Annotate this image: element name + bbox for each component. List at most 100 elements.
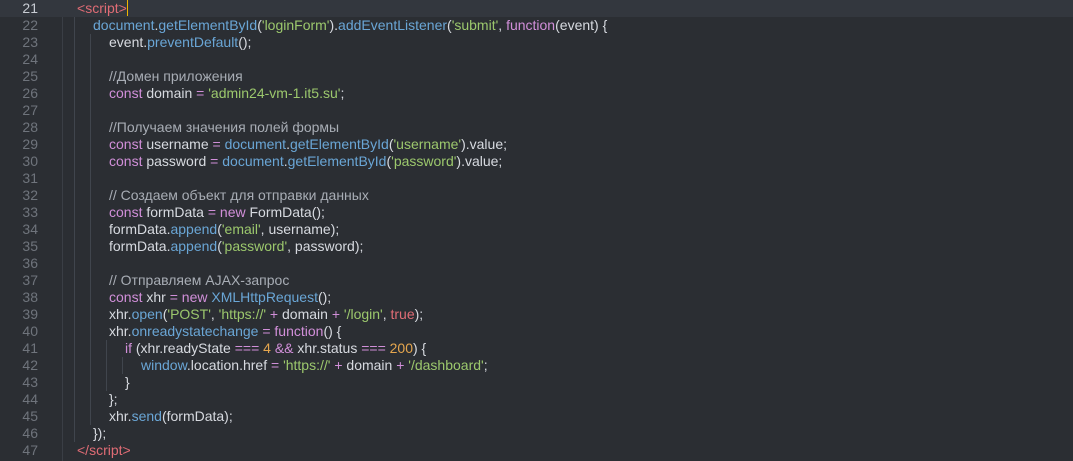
code-line[interactable]: 22 document.getElementById('loginForm').a… — [0, 17, 1073, 34]
code-line[interactable]: 34 formData.append('email', username); — [0, 221, 1073, 238]
code-token: 'loginForm' — [261, 17, 330, 33]
code-line[interactable]: 40 xhr.onreadystatechange = function() { — [0, 323, 1073, 340]
code-line[interactable]: 44}; — [0, 391, 1073, 408]
code-line[interactable]: 24 — [0, 51, 1073, 68]
code-line[interactable]: 45 xhr.send(formData); — [0, 408, 1073, 425]
code-text[interactable]: if (xhr.readyState === 4 && xhr.status =… — [125, 340, 426, 357]
code-line[interactable]: 35 formData.append('password', password); — [0, 238, 1073, 255]
code-token: ); — [414, 306, 424, 322]
code-token: ). — [329, 17, 339, 33]
code-line[interactable]: 29 const username = document.getElementBy… — [0, 136, 1073, 153]
line-number: 43 — [22, 374, 38, 390]
code-text[interactable]: formData.append('email', username); — [109, 221, 339, 238]
code-line[interactable]: 21 <script> — [0, 0, 1073, 17]
code-text[interactable]: </script> — [77, 442, 131, 459]
line-number: 39 — [22, 306, 38, 322]
code-text[interactable]: window.location.href = 'https://' + doma… — [141, 357, 488, 374]
code-line[interactable]: 42 window.location.href = 'https://' + do… — [0, 357, 1073, 374]
code-line[interactable]: 47 </script> — [0, 442, 1073, 459]
code-text[interactable]: xhr.onreadystatechange = function() { — [109, 323, 341, 340]
code-line[interactable]: 28 //Получаем значения полей формы — [0, 119, 1073, 136]
code-text[interactable]: event.preventDefault(); — [109, 34, 251, 51]
indent-guide — [90, 272, 91, 289]
code-text[interactable]: const password = document.getElementById… — [109, 153, 502, 170]
line-number: 33 — [22, 204, 38, 220]
code-line[interactable]: 46}); — [0, 425, 1073, 442]
indent-guide — [90, 102, 91, 119]
code-text[interactable]: } — [125, 374, 130, 391]
code-text[interactable]: // Отправляем AJAX-запрос — [109, 272, 289, 289]
indent-guide — [106, 374, 107, 391]
code-line[interactable]: 27 — [0, 102, 1073, 119]
code-token: domain — [278, 306, 332, 322]
indent-guide — [90, 408, 91, 425]
code-line[interactable]: 38 const xhr = new XMLHttpRequest(); — [0, 289, 1073, 306]
code-token: (); — [238, 34, 252, 50]
indent-guide — [74, 153, 75, 170]
code-text[interactable]: }); — [93, 425, 106, 442]
code-line[interactable]: 23 event.preventDefault(); — [0, 34, 1073, 51]
indent-guide — [74, 136, 75, 153]
code-line[interactable]: 26 const domain = 'admin24-vm-1.it5.su'; — [0, 85, 1073, 102]
code-text[interactable]: const domain = 'admin24-vm-1.it5.su'; — [109, 85, 344, 102]
code-line[interactable]: 41 if (xhr.readyState === 4 && xhr.status… — [0, 340, 1073, 357]
code-text[interactable]: formData.append('password', password); — [109, 238, 363, 255]
code-text[interactable]: }; — [109, 391, 118, 408]
code-token: ).value; — [456, 153, 503, 169]
indent-guide — [90, 357, 91, 374]
code-text[interactable]: document.getElementById('loginForm').add… — [93, 17, 607, 34]
code-text[interactable]: //Получаем значения полей формы — [109, 119, 339, 136]
code-text[interactable]: <script> — [77, 0, 128, 17]
code-token: true — [390, 306, 415, 322]
code-editor[interactable]: 21 <script> 22 document.getElementById('log… — [0, 0, 1073, 461]
line-number: 26 — [22, 85, 38, 101]
line-number: 24 — [22, 51, 38, 67]
indent-guide — [90, 136, 91, 153]
code-token: getElementById — [158, 17, 258, 33]
indent-guide — [90, 85, 91, 102]
line-number: 27 — [22, 102, 38, 118]
indent-guide — [74, 391, 75, 408]
code-token: = — [207, 204, 217, 220]
code-text[interactable]: const formData = new FormData(); — [109, 204, 325, 221]
indent-guide — [90, 51, 91, 68]
code-line[interactable]: 37 // Отправляем AJAX-запрос — [0, 272, 1073, 289]
code-line[interactable]: 36 — [0, 255, 1073, 272]
line-number: 30 — [22, 153, 38, 169]
code-text[interactable]: const username = document.getElementById… — [109, 136, 507, 153]
code-token: } — [125, 374, 130, 390]
indent-guide — [74, 238, 75, 255]
line-number: 41 — [22, 340, 38, 356]
indent-guide — [90, 391, 91, 408]
code-text[interactable]: //Домен приложения — [109, 68, 243, 85]
code-token: append — [170, 238, 218, 254]
code-token: ; — [483, 357, 488, 373]
code-token: open — [131, 306, 163, 322]
code-token: > — [122, 442, 131, 458]
code-line[interactable]: 33 const formData = new FormData(); — [0, 204, 1073, 221]
indent-guide — [90, 238, 91, 255]
code-token: domain — [142, 85, 197, 101]
indent-guide — [74, 289, 75, 306]
code-token: , password); — [287, 238, 364, 254]
code-text[interactable]: // Создаем объект для отправки данных — [109, 187, 369, 204]
code-text[interactable]: xhr.open('POST', 'https://' + domain + '… — [109, 306, 423, 323]
code-text[interactable]: xhr.send(formData); — [109, 408, 233, 425]
code-token: ; — [340, 85, 345, 101]
code-token: = — [262, 323, 271, 339]
code-line[interactable]: 32 // Создаем объект для отправки данных — [0, 187, 1073, 204]
indent-guide — [74, 85, 75, 102]
indent-guide — [74, 306, 75, 323]
indent-guide — [74, 102, 75, 119]
code-line[interactable]: 30 const password = document.getElementBy… — [0, 153, 1073, 170]
code-token: 'admin24-vm-1.it5.su' — [208, 85, 341, 101]
indent-guide — [74, 204, 75, 221]
code-line[interactable]: 31 — [0, 170, 1073, 187]
code-line[interactable]: 25 //Домен приложения — [0, 68, 1073, 85]
code-line[interactable]: 39 xhr.open('POST', 'https://' + domain +… — [0, 306, 1073, 323]
code-line[interactable]: 43} — [0, 374, 1073, 391]
code-text[interactable]: const xhr = new XMLHttpRequest(); — [109, 289, 331, 306]
code-token: append — [170, 221, 218, 237]
line-number: 35 — [22, 238, 38, 254]
indent-guide — [74, 323, 75, 340]
